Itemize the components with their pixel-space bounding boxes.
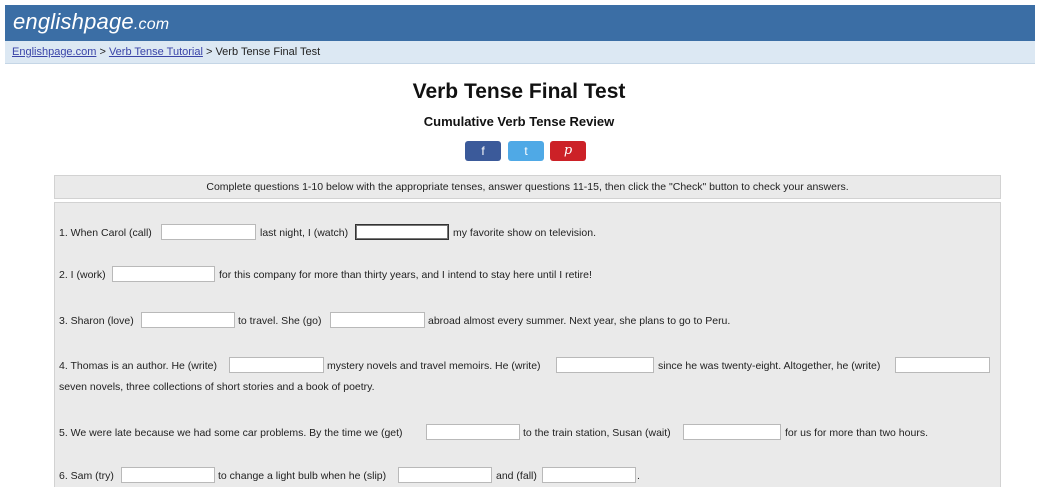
question-text: to change a light bulb when he (slip) <box>218 470 387 482</box>
answer-input-q2-a[interactable] <box>112 266 215 282</box>
breadcrumb-home-link[interactable]: Englishpage.com <box>12 46 96 58</box>
answer-input-q6-a[interactable] <box>121 467 215 483</box>
answer-input-q5-b[interactable] <box>683 424 781 440</box>
answer-input-q3-b[interactable] <box>330 312 425 328</box>
question-text: 5. We were late because we had some car … <box>59 427 403 439</box>
question-text: seven novels, three collections of short… <box>59 381 375 393</box>
answer-input-q6-c[interactable] <box>542 467 636 483</box>
question-text: . <box>637 470 640 482</box>
facebook-share-button[interactable]: f <box>465 141 501 161</box>
answer-input-q4-a[interactable] <box>229 357 324 373</box>
questions-panel <box>54 202 1001 487</box>
instructions-banner: Complete questions 1-10 below with the a… <box>54 175 1001 199</box>
answer-input-q6-b[interactable] <box>398 467 492 483</box>
breadcrumb-separator: > <box>96 46 109 58</box>
answer-input-q3-a[interactable] <box>141 312 235 328</box>
pinterest-icon: p <box>563 143 573 158</box>
breadcrumb: Englishpage.com > Verb Tense Tutorial > … <box>12 46 320 58</box>
answer-input-q4-c[interactable] <box>895 357 990 373</box>
question-text: since he was twenty-eight. Altogether, h… <box>658 360 881 372</box>
twitter-share-button[interactable]: t <box>508 141 544 161</box>
twitter-icon: t <box>524 144 528 158</box>
question-text: for us for more than two hours. <box>785 427 928 439</box>
answer-input-q1-a[interactable] <box>161 224 256 240</box>
question-text: abroad almost every summer. Next year, s… <box>428 315 731 327</box>
question-text: 4. Thomas is an author. He (write) <box>59 360 217 372</box>
question-text: 3. Sharon (love) <box>59 315 134 327</box>
logo-main-text: englishpage <box>13 9 134 34</box>
site-header: englishpage.com <box>5 5 1035 41</box>
breadcrumb-tutorial-link[interactable]: Verb Tense Tutorial <box>109 46 203 58</box>
question-text: for this company for more than thirty ye… <box>219 269 592 281</box>
page-title: Verb Tense Final Test <box>412 80 626 103</box>
question-text: last night, I (watch) <box>260 227 349 239</box>
question-text: and (fall) <box>496 470 537 482</box>
site-logo[interactable]: englishpage.com <box>13 9 169 35</box>
breadcrumb-separator: > <box>202 46 216 58</box>
pinterest-share-button[interactable]: p <box>550 141 586 161</box>
question-text: 6. Sam (try) <box>59 470 114 482</box>
logo-suffix-text: .com <box>133 16 170 33</box>
question-text: to travel. She (go) <box>238 315 322 327</box>
answer-input-q5-a[interactable] <box>426 424 520 440</box>
question-text: my favorite show on television. <box>453 227 596 239</box>
question-text: 1. When Carol (call) <box>59 227 152 239</box>
breadcrumb-current: Verb Tense Final Test <box>215 46 321 58</box>
question-text: mystery novels and travel memoirs. He (w… <box>327 360 541 372</box>
facebook-icon: f <box>481 144 485 158</box>
question-text: to the train station, Susan (wait) <box>523 427 671 439</box>
question-text: 2. I (work) <box>59 269 106 281</box>
answer-input-q4-b[interactable] <box>556 357 654 373</box>
answer-input-q1-b[interactable] <box>355 224 449 240</box>
page-subtitle: Cumulative Verb Tense Review <box>423 114 615 129</box>
breadcrumb-bar: Englishpage.com > Verb Tense Tutorial > … <box>5 41 1035 64</box>
